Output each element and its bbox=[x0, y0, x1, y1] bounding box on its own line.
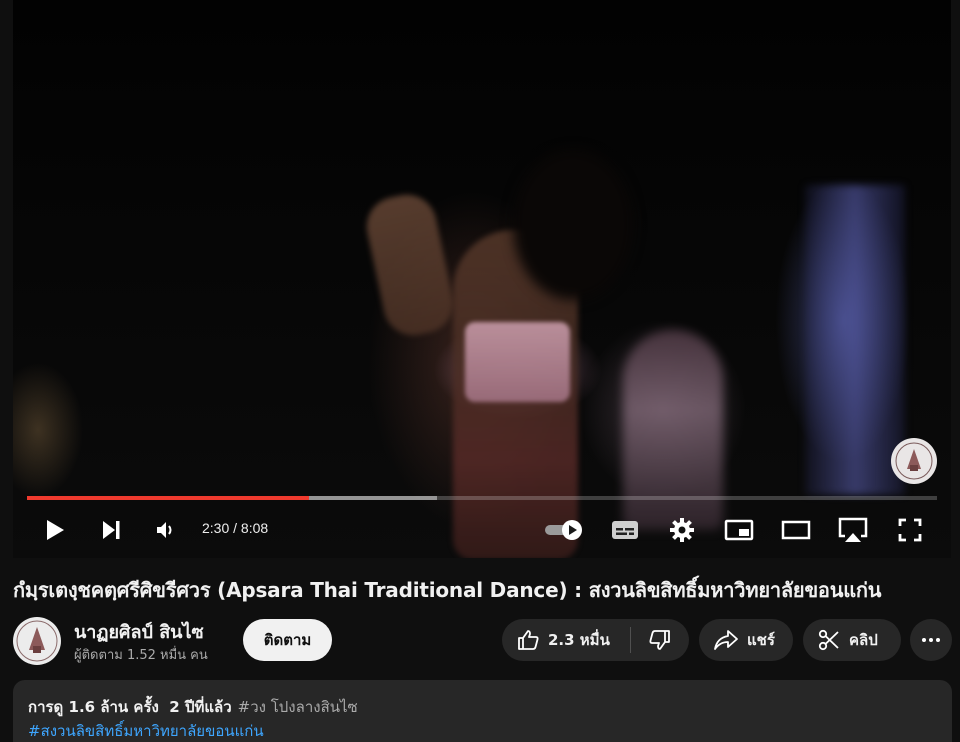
next-icon bbox=[103, 521, 120, 539]
subscriber-count: ผู้ติดตาม 1.52 หมื่น คน bbox=[74, 648, 208, 663]
watermark-logo-icon bbox=[895, 442, 933, 480]
autoplay-toggle-icon bbox=[545, 520, 582, 540]
theater-icon bbox=[781, 520, 811, 540]
video-frame[interactable] bbox=[13, 0, 951, 558]
volume-button[interactable] bbox=[145, 510, 185, 550]
next-button[interactable] bbox=[91, 510, 131, 550]
subscribe-button[interactable]: ติดตาม bbox=[243, 619, 332, 661]
play-icon bbox=[47, 520, 64, 540]
airplay-icon bbox=[838, 517, 868, 542]
clip-icon bbox=[818, 629, 839, 651]
player-controls: 2:30 / 8:08 bbox=[13, 510, 951, 550]
miniplayer-button[interactable] bbox=[719, 510, 759, 550]
play-button[interactable] bbox=[35, 510, 75, 550]
dancer-costume bbox=[465, 322, 570, 402]
duration: 8:08 bbox=[240, 520, 269, 536]
subtitles-button[interactable] bbox=[605, 510, 645, 550]
theater-button[interactable] bbox=[776, 510, 816, 550]
description-box[interactable]: การดู 1.6 ล้าน ครั้ง 2 ปีที่แล้ว #วง โปงล… bbox=[13, 680, 952, 742]
video-title: กํมฺรเตงฺชคตฺศรีศิขรีศวร (Apsara Thai Tr… bbox=[13, 578, 882, 602]
view-count: การดู 1.6 ล้าน ครั้ง bbox=[28, 698, 159, 716]
channel-avatar[interactable] bbox=[13, 617, 61, 665]
fullscreen-button[interactable] bbox=[890, 510, 930, 550]
clip-button[interactable]: คลิป bbox=[803, 619, 901, 661]
background-dancer bbox=[623, 330, 723, 530]
played-bar bbox=[27, 496, 310, 500]
like-dislike-group: 2.3 หมื่น bbox=[502, 619, 689, 661]
autoplay-toggle[interactable] bbox=[541, 510, 587, 550]
dancer-arm bbox=[361, 189, 459, 341]
dislike-button[interactable] bbox=[631, 619, 689, 661]
share-icon bbox=[714, 630, 738, 650]
stage-curtain bbox=[805, 185, 905, 495]
channel-watermark[interactable] bbox=[891, 438, 937, 484]
progress-bar[interactable] bbox=[27, 496, 937, 500]
share-label: แชร์ bbox=[747, 631, 775, 649]
settings-button[interactable] bbox=[662, 510, 702, 550]
more-actions-button[interactable] bbox=[910, 619, 952, 661]
dancer-hair bbox=[513, 150, 633, 300]
volume-icon bbox=[157, 522, 172, 538]
more-icon bbox=[922, 638, 940, 642]
current-time: 2:30 bbox=[202, 520, 230, 536]
description-meta: การดู 1.6 ล้าน ครั้ง 2 ปีที่แล้ว #วง โปงล… bbox=[28, 695, 358, 719]
clip-label: คลิป bbox=[849, 631, 878, 649]
channel-name[interactable]: นาฏยศิลป์ สินไซ bbox=[74, 617, 204, 646]
subtitles-icon bbox=[612, 521, 638, 539]
like-button[interactable]: 2.3 หมื่น bbox=[502, 619, 618, 661]
time-display: 2:30 / 8:08 bbox=[202, 520, 268, 536]
airplay-button[interactable] bbox=[832, 510, 874, 550]
fullscreen-icon bbox=[898, 518, 922, 542]
youtube-watch-page: 2:30 / 8:08 กํมฺรเตงฺชคตฺศรีศิขรีศวร (Ap… bbox=[0, 0, 960, 742]
channel-logo-icon bbox=[16, 620, 58, 662]
share-button[interactable]: แชร์ bbox=[699, 619, 793, 661]
time-separator: / bbox=[229, 520, 241, 536]
settings-icon bbox=[670, 518, 694, 542]
miniplayer-icon bbox=[724, 519, 754, 541]
video-player[interactable]: 2:30 / 8:08 bbox=[13, 0, 951, 558]
description-hashtag[interactable]: #สงวนลิขสิทธิ์มหาวิทยาลัยขอนแก่น bbox=[28, 719, 264, 742]
like-icon bbox=[518, 630, 539, 650]
like-count: 2.3 หมื่น bbox=[548, 631, 610, 649]
dislike-icon bbox=[649, 630, 671, 650]
upload-age: 2 ปีที่แล้ว bbox=[169, 698, 232, 716]
description-tag[interactable]: #วง โปงลางสินไซ bbox=[238, 698, 358, 716]
